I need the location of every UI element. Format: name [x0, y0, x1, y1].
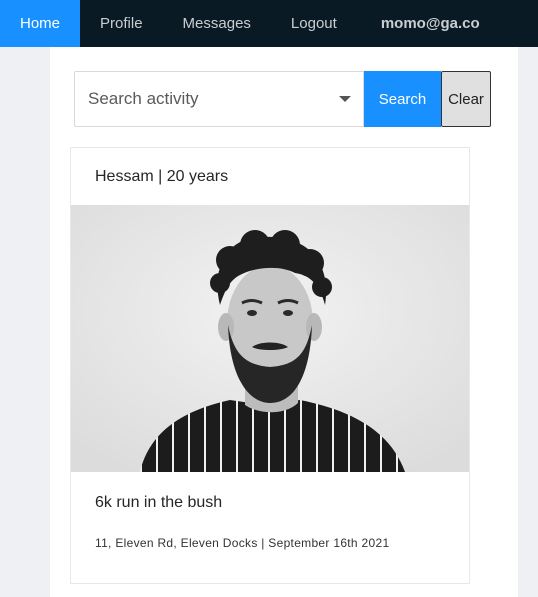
nav-logout[interactable]: Logout: [271, 0, 357, 47]
activity-search-select[interactable]: Search activity: [74, 71, 364, 127]
activity-title: 6k run in the bush: [95, 494, 223, 511]
card-header: Hessam | 20 years: [95, 167, 229, 185]
search-button[interactable]: Search: [364, 71, 441, 127]
activity-description: 11, Eleven Rd, Eleven Docks | September …: [95, 536, 390, 550]
activity-card[interactable]: Hessam | 20 years 6k run in the bush 11,…: [70, 147, 470, 584]
nav-profile[interactable]: Profile: [80, 0, 163, 47]
main-panel: Search activity Search Clear Hessam | 20…: [50, 47, 518, 597]
nav-messages[interactable]: Messages: [163, 0, 271, 47]
user-email[interactable]: momo@ga.co: [357, 0, 500, 47]
profile-photo: [71, 205, 469, 472]
chevron-down-icon[interactable]: [339, 96, 351, 102]
clear-button[interactable]: Clear: [441, 71, 491, 127]
card-body: 6k run in the bush 11, Eleven Rd, Eleven…: [71, 472, 469, 550]
search-placeholder: Search activity: [88, 89, 199, 108]
nav-home[interactable]: Home: [0, 0, 81, 47]
search-row: Search activity Search Clear: [74, 71, 491, 127]
top-navbar: Home Profile Messages Logout momo@ga.co: [0, 0, 538, 47]
